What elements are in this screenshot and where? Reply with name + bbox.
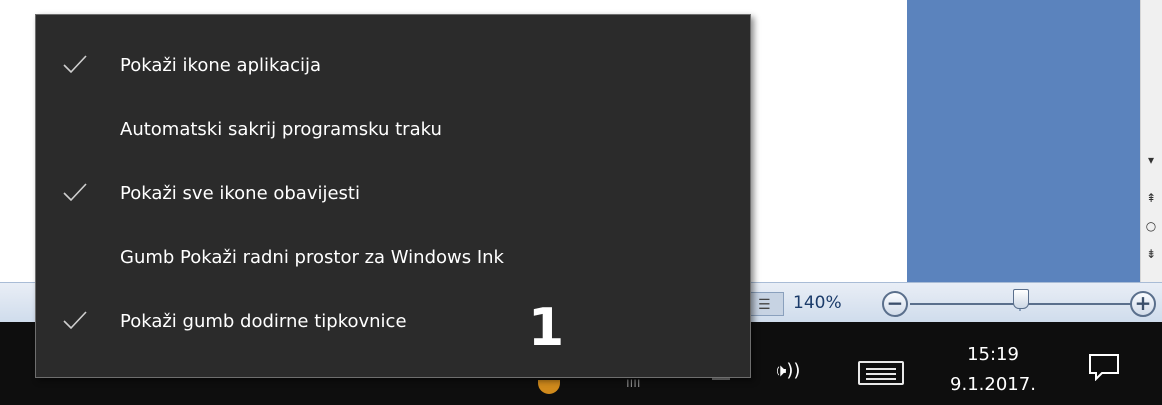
zoom-level[interactable]: 140% — [793, 293, 842, 313]
browse-object-icon[interactable]: ○ — [1143, 218, 1159, 234]
annotation-number: 1 — [528, 298, 565, 358]
zoom-in-button[interactable]: + — [1130, 291, 1156, 317]
zoom-slider-thumb[interactable] — [1013, 289, 1029, 309]
menu-item-touch-keyboard-button[interactable]: Pokaži gumb dodirne tipkovnice — [36, 291, 750, 355]
clock-date: 9.1.2017. — [950, 374, 1036, 395]
notification-icon[interactable] — [1088, 353, 1120, 381]
menu-item-label: Pokaži sve ikone obavijesti — [120, 183, 360, 204]
taskbar-context-menu: Pokaži ikone aplikacija Automatski sakrij… — [35, 14, 751, 378]
clock-time: 15:19 — [967, 344, 1019, 365]
menu-item-windows-ink-workspace-button[interactable]: Gumb Pokaži radni prostor za Windows Ink — [36, 227, 750, 291]
menu-item-show-all-notification-icons[interactable]: Pokaži sve ikone obavijesti — [36, 163, 750, 227]
menu-item-auto-hide-taskbar[interactable]: Automatski sakrij programsku traku — [36, 99, 750, 163]
network-icon[interactable] — [712, 378, 730, 386]
next-page-icon[interactable]: ⇟ — [1143, 246, 1159, 262]
previous-page-icon[interactable]: ⇞ — [1143, 190, 1159, 206]
menu-item-label: Automatski sakrij programsku traku — [120, 119, 442, 140]
document-side-pane — [907, 0, 1140, 282]
menu-item-show-app-icons[interactable]: Pokaži ikone aplikacija — [36, 35, 750, 99]
menu-item-label: Gumb Pokaži radni prostor za Windows Ink — [120, 247, 504, 268]
draft-view-button[interactable]: ☰ — [746, 292, 784, 316]
system-clock[interactable]: 15:19 9.1.2017. — [928, 340, 1058, 400]
vertical-scrollbar[interactable] — [1140, 0, 1162, 282]
scroll-down-arrow-icon[interactable]: ▾ — [1143, 152, 1159, 168]
touch-keyboard-icon[interactable] — [858, 361, 904, 385]
wifi-icon[interactable]: ıııı — [626, 376, 640, 391]
speaker-icon[interactable]: 🕩)) — [775, 360, 800, 381]
view-lines-icon: ☰ — [758, 297, 771, 313]
checkmark-icon — [63, 55, 87, 74]
menu-item-label: Pokaži ikone aplikacija — [120, 55, 322, 76]
zoom-out-button[interactable]: − — [882, 291, 908, 317]
checkmark-icon — [63, 311, 87, 330]
checkmark-icon — [63, 183, 87, 202]
menu-item-label: Pokaži gumb dodirne tipkovnice — [120, 311, 407, 332]
